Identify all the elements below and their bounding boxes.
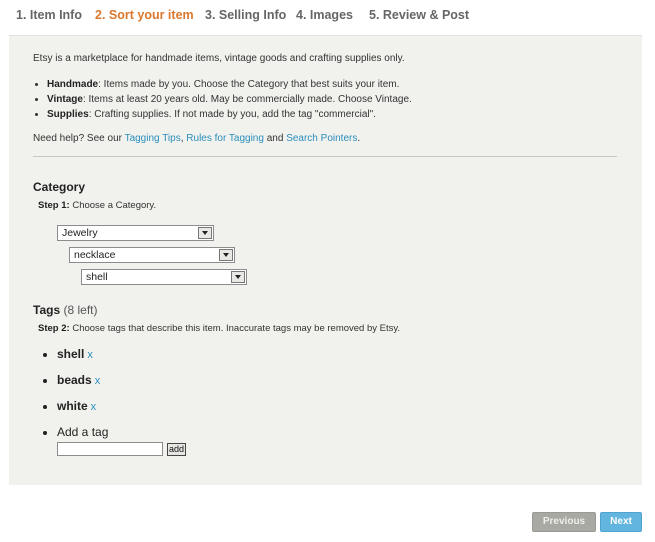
tag-item: beadsx (57, 373, 108, 399)
add-tag-button[interactable]: add (167, 443, 186, 456)
category-heading: Category (33, 180, 86, 194)
chevron-down-icon (219, 249, 233, 261)
divider (33, 156, 617, 157)
search-pointers-link[interactable]: Search Pointers (286, 133, 357, 144)
help-text: Need help? See our Tagging Tips, Rules f… (33, 133, 361, 144)
kind-supplies: Supplies: Crafting supplies. If not made… (47, 107, 412, 122)
category-select[interactable]: Jewelry (57, 225, 214, 241)
tags-remaining: (8 left) (63, 303, 98, 317)
intro-text: Etsy is a marketplace for handmade items… (33, 53, 405, 64)
remove-tag-button[interactable]: x (91, 401, 97, 413)
tags-step: Step 2: Choose tags that describe this i… (38, 323, 401, 334)
sort-item-panel: Etsy is a marketplace for handmade items… (9, 35, 642, 485)
subcategory-select[interactable]: necklace (69, 247, 235, 263)
item-kinds-list: Handmade: Items made by you. Choose the … (33, 77, 412, 122)
previous-button[interactable]: Previous (532, 512, 596, 532)
tag-item: whitex (57, 399, 108, 425)
step-sort-your-item[interactable]: 2. Sort your item (95, 8, 194, 22)
step-review-post[interactable]: 5. Review & Post (369, 8, 469, 22)
remove-tag-button[interactable]: x (87, 349, 93, 361)
kind-handmade: Handmade: Items made by you. Choose the … (47, 77, 412, 92)
next-button[interactable]: Next (600, 512, 642, 532)
tag-item: shellx (57, 347, 108, 373)
chevron-down-icon (231, 271, 245, 283)
kind-vintage: Vintage: Items at least 20 years old. Ma… (47, 92, 412, 107)
sub-subcategory-select[interactable]: shell (81, 269, 247, 285)
step-selling-info[interactable]: 3. Selling Info (205, 8, 286, 22)
remove-tag-button[interactable]: x (95, 375, 101, 387)
tags-list: shellx beadsx whitex Add a tag (41, 347, 108, 451)
step-item-info[interactable]: 1. Item Info (16, 8, 82, 22)
tags-heading: Tags (8 left) (33, 303, 98, 317)
category-step: Step 1: Choose a Category. (38, 200, 157, 211)
tagging-tips-link[interactable]: Tagging Tips (125, 133, 181, 144)
add-tag-input[interactable] (57, 442, 163, 456)
chevron-down-icon (198, 227, 212, 239)
rules-for-tagging-link[interactable]: Rules for Tagging (186, 133, 264, 144)
step-images[interactable]: 4. Images (296, 8, 353, 22)
